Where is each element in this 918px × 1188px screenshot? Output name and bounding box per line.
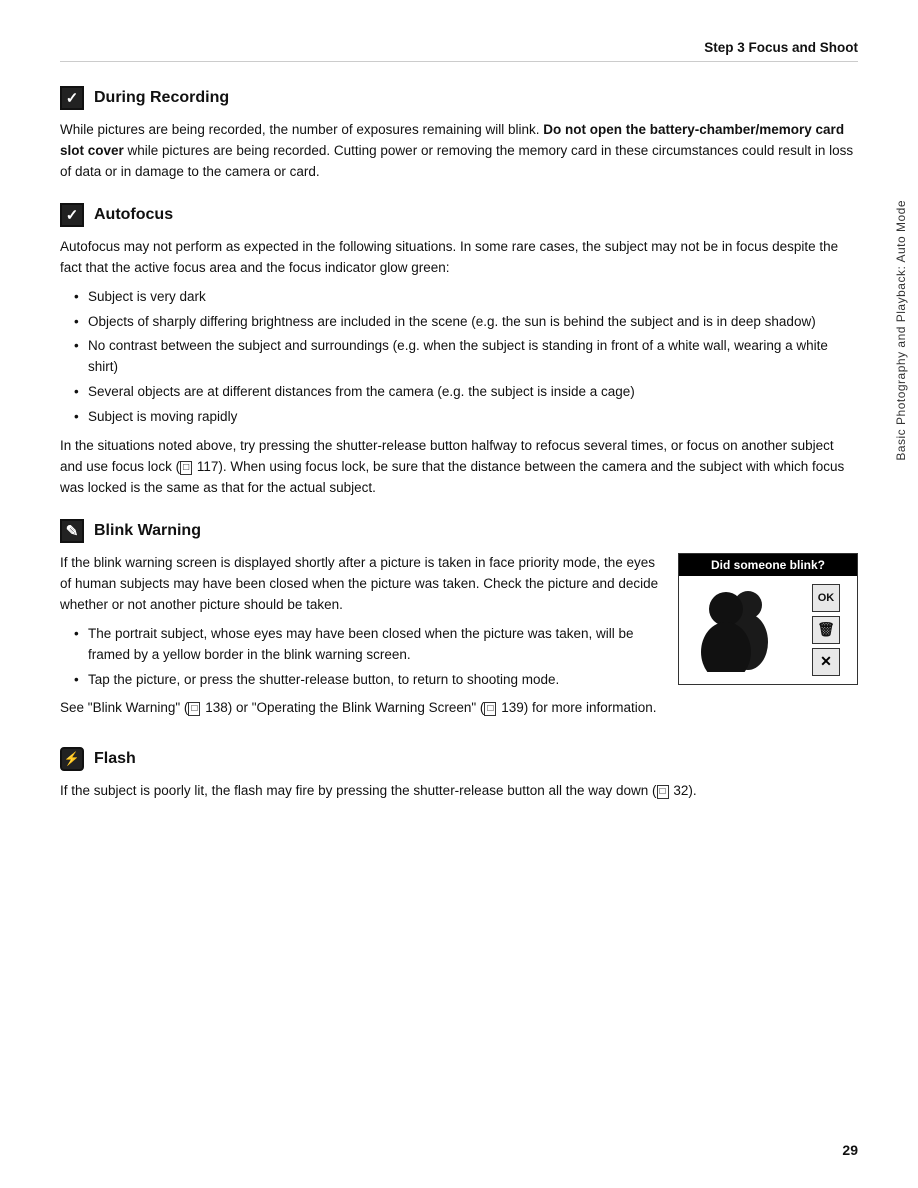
blink-close-button[interactable]: ✕ <box>812 648 840 676</box>
checked-icon-during-recording: ✓ <box>60 86 84 110</box>
section-flash: ⚡ Flash If the subject is poorly lit, th… <box>60 747 858 802</box>
book-ref-icon: □ <box>657 785 669 799</box>
list-item: The portrait subject, whose eyes may hav… <box>70 624 662 666</box>
list-item: Objects of sharply differing brightness … <box>70 312 858 333</box>
section-heading-blink-warning: Blink Warning <box>94 522 201 540</box>
blink-action-buttons: OK 🗑 ✕ <box>812 584 840 676</box>
section-title-autofocus: ✓ Autofocus <box>60 203 858 227</box>
section-title-during-recording: ✓ During Recording <box>60 86 858 110</box>
flash-text: If the subject is poorly lit, the flash … <box>60 781 858 802</box>
section-blink-warning: ✎ Blink Warning If the blink warning scr… <box>60 519 858 727</box>
blink-warning-text-block: If the blink warning screen is displayed… <box>60 553 662 727</box>
book-ref-icon: □ <box>484 702 496 716</box>
blink-ok-button[interactable]: OK <box>812 584 840 612</box>
section-during-recording: ✓ During Recording While pictures are be… <box>60 86 858 183</box>
list-item: Subject is moving rapidly <box>70 407 858 428</box>
autofocus-after: In the situations noted above, try press… <box>60 436 858 499</box>
list-item: Subject is very dark <box>70 287 858 308</box>
page-number: 29 <box>842 1142 858 1158</box>
blink-delete-icon: 🗑 <box>817 621 835 638</box>
page-container: Step 3 Focus and Shoot ✓ During Recordin… <box>0 0 918 1188</box>
autofocus-intro: Autofocus may not perform as expected in… <box>60 237 858 279</box>
blink-delete-button[interactable]: 🗑 <box>812 616 840 644</box>
pencil-icon-blink-warning: ✎ <box>60 519 84 543</box>
sidebar-label: Basic Photography and Playback: Auto Mod… <box>894 200 908 461</box>
blink-warning-image: Did someone blink? OK 🗑 ✕ <box>678 553 858 685</box>
blink-ok-label: OK <box>818 592 835 604</box>
checked-icon-autofocus: ✓ <box>60 203 84 227</box>
autofocus-bullet-list: Subject is very dark Objects of sharply … <box>60 287 858 429</box>
list-item: Several objects are at different distanc… <box>70 382 858 403</box>
list-item: Tap the picture, or press the shutter-re… <box>70 670 662 691</box>
list-item: No contrast between the subject and surr… <box>70 336 858 378</box>
blink-image-title: Did someone blink? <box>679 554 857 576</box>
page-header: Step 3 Focus and Shoot <box>60 40 858 62</box>
book-ref-icon: □ <box>188 702 200 716</box>
blink-warning-intro: If the blink warning screen is displayed… <box>60 553 662 616</box>
blink-image-body: OK 🗑 ✕ <box>679 576 857 684</box>
blink-warning-content: If the blink warning screen is displayed… <box>60 553 858 727</box>
section-heading-flash: Flash <box>94 750 136 768</box>
during-recording-text: While pictures are being recorded, the n… <box>60 120 858 183</box>
book-ref-icon: □ <box>180 461 192 475</box>
section-title-blink-warning: ✎ Blink Warning <box>60 519 858 543</box>
section-autofocus: ✓ Autofocus Autofocus may not perform as… <box>60 203 858 499</box>
section-heading-during-recording: During Recording <box>94 89 229 107</box>
blink-warning-reference: See "Blink Warning" (□ 138) or "Operatin… <box>60 698 662 719</box>
section-title-flash: ⚡ Flash <box>60 747 858 771</box>
blink-close-icon: ✕ <box>820 653 832 670</box>
blink-figures-svg <box>696 587 806 672</box>
camera-flash-icon: ⚡ <box>60 747 84 771</box>
section-heading-autofocus: Autofocus <box>94 206 173 224</box>
header-title: Step 3 Focus and Shoot <box>704 40 858 55</box>
blink-warning-bullet-list: The portrait subject, whose eyes may hav… <box>60 624 662 691</box>
